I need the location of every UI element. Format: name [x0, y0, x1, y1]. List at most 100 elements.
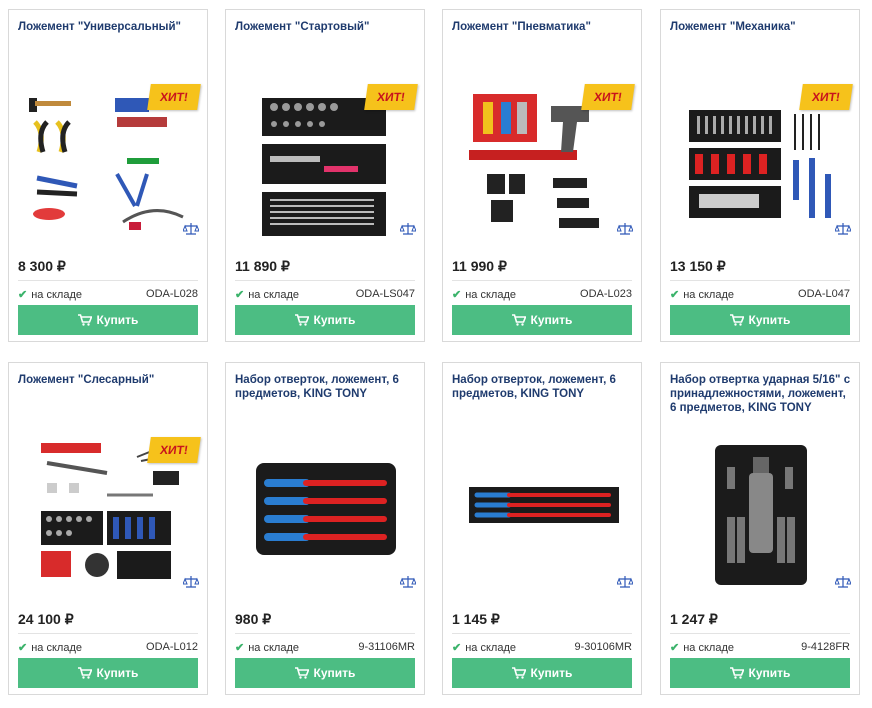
buy-button[interactable]: Купить [452, 658, 632, 688]
buy-label: Купить [530, 313, 573, 327]
cart-icon [729, 667, 744, 679]
stock-status: ✔ на складе [452, 288, 516, 301]
product-sku: ODA-L047 [798, 288, 850, 300]
divider [670, 280, 850, 281]
product-sku: ODA-L023 [580, 288, 632, 300]
stock-label: на складе [465, 289, 516, 301]
product-price: 8 300 ₽ [18, 258, 66, 274]
stock-label: на складе [683, 642, 734, 654]
stock-status: ✔ на складе [670, 641, 734, 654]
product-sku: 9-30106MR [574, 641, 632, 653]
buy-button[interactable]: Купить [235, 658, 415, 688]
check-icon: ✔ [235, 289, 245, 301]
stock-status: ✔ на складе [235, 288, 299, 301]
compare-scales-icon[interactable] [617, 575, 633, 589]
product-title[interactable]: Набор отверток, ложемент, 6 предметов, K… [452, 373, 634, 401]
buy-label: Купить [96, 666, 139, 680]
product-card[interactable]: Ложемент "Универсальный" ХИТ! 8 300 ₽ ✔ … [8, 9, 208, 342]
divider [670, 633, 850, 634]
check-icon: ✔ [452, 289, 462, 301]
product-price: 980 ₽ [235, 611, 272, 627]
buy-button[interactable]: Купить [670, 658, 850, 688]
product-sku: ODA-LS047 [355, 288, 415, 300]
product-card[interactable]: Набор отвертка ударная 5/16" с принадлеж… [660, 362, 860, 695]
product-title[interactable]: Набор отвертка ударная 5/16" с принадлеж… [670, 373, 852, 415]
stock-status: ✔ на складе [452, 641, 516, 654]
stock-label: на складе [31, 642, 82, 654]
check-icon: ✔ [18, 642, 28, 654]
divider [452, 280, 632, 281]
check-icon: ✔ [235, 642, 245, 654]
check-icon: ✔ [452, 642, 462, 654]
compare-scales-icon[interactable] [617, 222, 633, 236]
product-image[interactable] [234, 427, 418, 597]
product-title[interactable]: Ложемент "Универсальный" [18, 20, 200, 34]
stock-label: на складе [683, 289, 734, 301]
impact-screwdriver-tray-image [715, 445, 807, 585]
cart-icon [511, 314, 526, 326]
divider [18, 633, 198, 634]
compare-scales-icon[interactable] [183, 575, 199, 589]
buy-button[interactable]: Купить [452, 305, 632, 335]
product-title[interactable]: Набор отверток, ложемент, 6 предметов, K… [235, 373, 417, 401]
product-image[interactable] [451, 427, 635, 597]
product-title[interactable]: Ложемент "Стартовый" [235, 20, 417, 34]
hit-badge: ХИТ! [147, 84, 201, 110]
buy-button[interactable]: Купить [18, 305, 198, 335]
product-card[interactable]: Ложемент "Пневматика" ХИТ! 11 990 ₽ ✔ на … [442, 9, 642, 342]
hit-badge: ХИТ! [147, 437, 201, 463]
hit-badge: ХИТ! [799, 84, 853, 110]
divider [235, 280, 415, 281]
stock-label: на складе [31, 289, 82, 301]
compare-scales-icon[interactable] [183, 222, 199, 236]
compare-scales-icon[interactable] [835, 222, 851, 236]
product-sku: ODA-L012 [146, 641, 198, 653]
stock-status: ✔ на складе [18, 288, 82, 301]
buy-label: Купить [313, 666, 356, 680]
product-title[interactable]: Ложемент "Механика" [670, 20, 852, 34]
stock-status: ✔ на складе [235, 641, 299, 654]
buy-button[interactable]: Купить [18, 658, 198, 688]
stock-label: на складе [248, 289, 299, 301]
cart-icon [511, 667, 526, 679]
screwdriver-tray-image [256, 463, 396, 555]
compare-scales-icon[interactable] [400, 222, 416, 236]
product-price: 1 145 ₽ [452, 611, 500, 627]
product-title[interactable]: Ложемент "Пневматика" [452, 20, 634, 34]
product-card[interactable]: Ложемент "Механика" ХИТ! 13 150 ₽ ✔ на ск… [660, 9, 860, 342]
product-card[interactable]: Набор отверток, ложемент, 6 предметов, K… [225, 362, 425, 695]
product-price: 1 247 ₽ [670, 611, 718, 627]
buy-label: Купить [313, 313, 356, 327]
stock-status: ✔ на складе [670, 288, 734, 301]
product-price: 11 890 ₽ [235, 258, 290, 274]
compare-scales-icon[interactable] [835, 575, 851, 589]
buy-label: Купить [748, 313, 791, 327]
product-card[interactable]: Ложемент "Слесарный" ХИТ! 24 100 ₽ ✔ на … [8, 362, 208, 695]
buy-label: Купить [748, 666, 791, 680]
product-grid: Ложемент "Универсальный" ХИТ! 8 300 ₽ ✔ … [0, 0, 872, 708]
buy-label: Купить [530, 666, 573, 680]
divider [452, 633, 632, 634]
cart-icon [294, 314, 309, 326]
compare-scales-icon[interactable] [400, 575, 416, 589]
product-sku: ODA-L028 [146, 288, 198, 300]
buy-button[interactable]: Купить [670, 305, 850, 335]
product-price: 24 100 ₽ [18, 611, 74, 627]
stock-status: ✔ на складе [18, 641, 82, 654]
product-card[interactable]: Набор отверток, ложемент, 6 предметов, K… [442, 362, 642, 695]
product-image[interactable] [669, 427, 853, 597]
cart-icon [77, 314, 92, 326]
buy-button[interactable]: Купить [235, 305, 415, 335]
buy-label: Купить [96, 313, 139, 327]
product-title[interactable]: Ложемент "Слесарный" [18, 373, 200, 387]
hit-badge: ХИТ! [364, 84, 418, 110]
product-price: 11 990 ₽ [452, 258, 507, 274]
check-icon: ✔ [670, 289, 680, 301]
check-icon: ✔ [18, 289, 28, 301]
stock-label: на складе [248, 642, 299, 654]
stock-label: на складе [465, 642, 516, 654]
product-card[interactable]: Ложемент "Стартовый" ХИТ! 11 890 ₽ ✔ на с… [225, 9, 425, 342]
product-price: 13 150 ₽ [670, 258, 726, 274]
screwdriver-tray-image [469, 487, 619, 523]
cart-icon [729, 314, 744, 326]
